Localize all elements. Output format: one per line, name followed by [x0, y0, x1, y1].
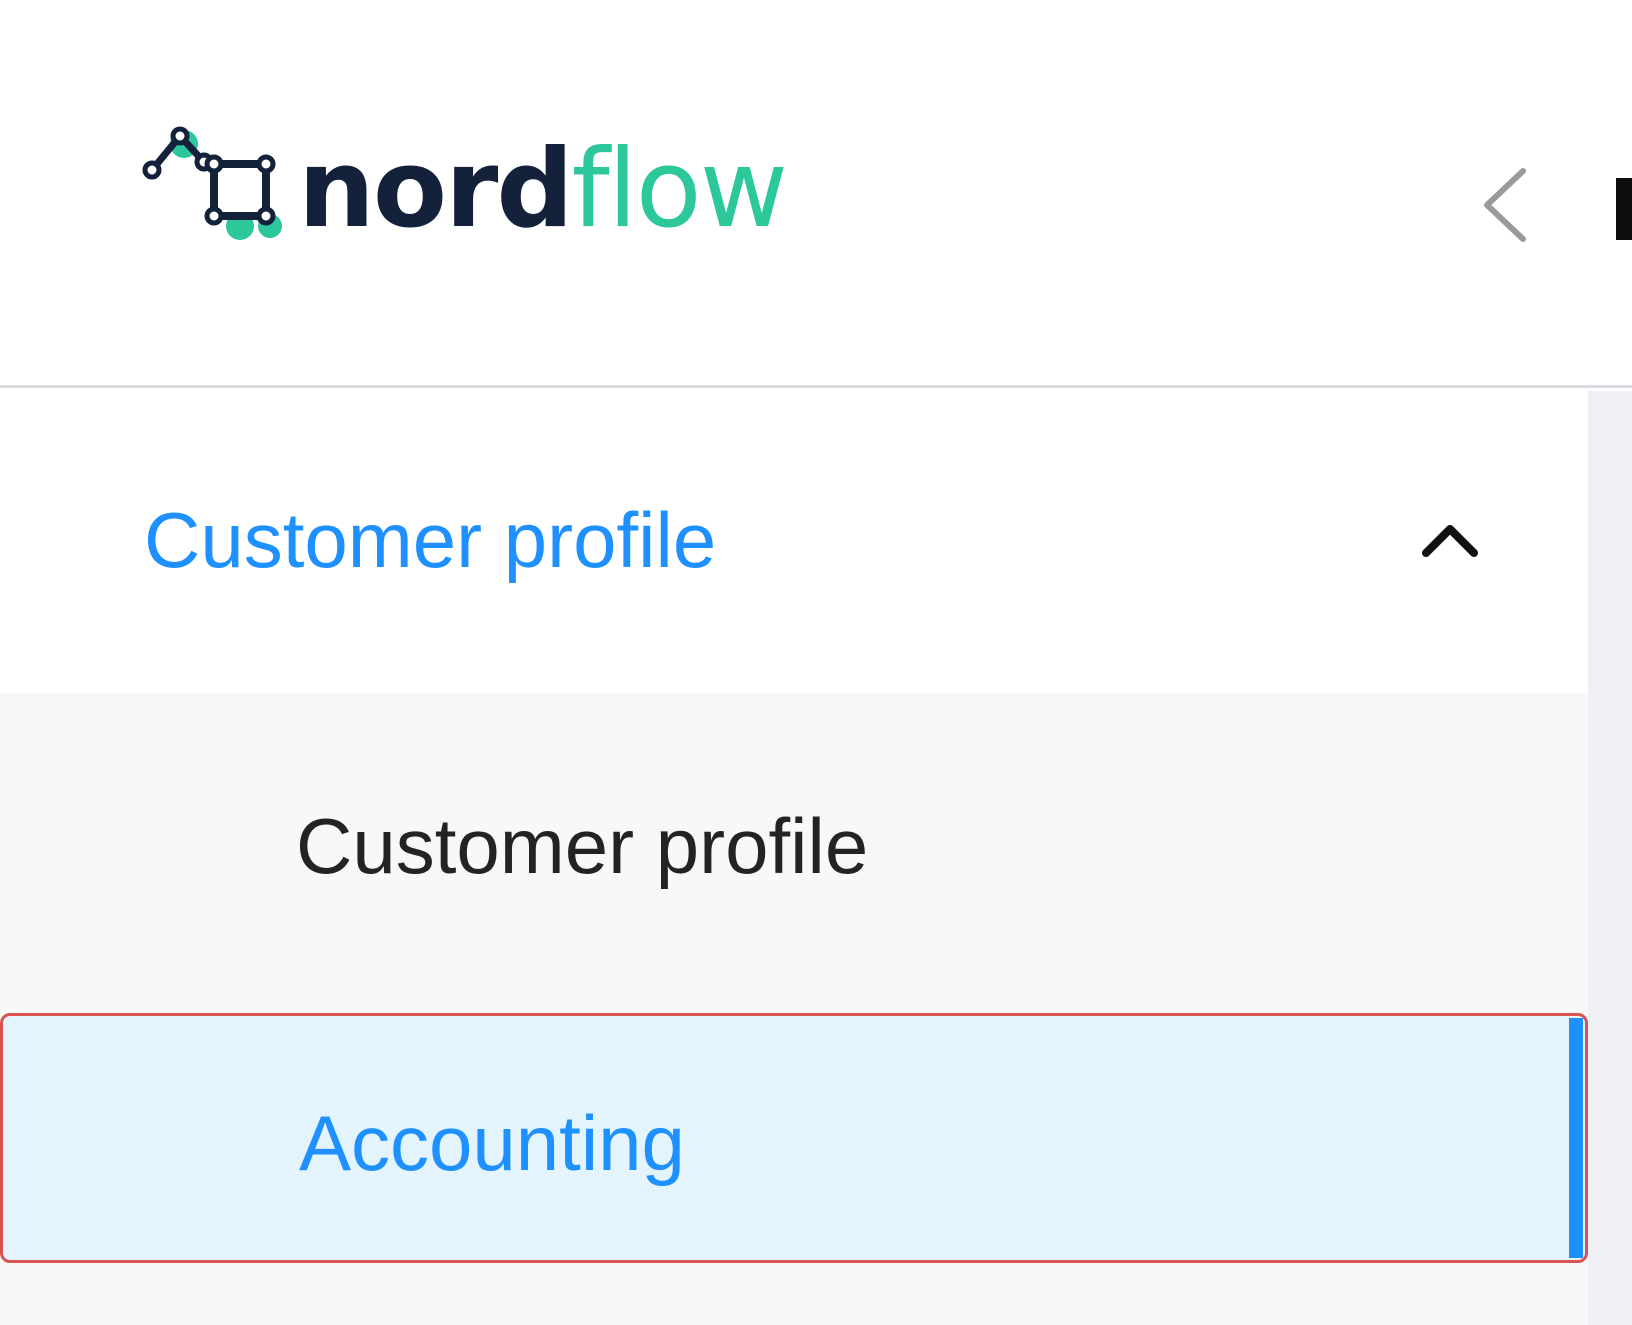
sidebar-group-label: Customer profile — [144, 496, 717, 584]
sidebar-item-label: Accounting — [299, 1099, 685, 1187]
sidebar-item-customer-profile[interactable]: Customer profile — [0, 693, 1588, 1011]
wordmark-nord: nord — [298, 127, 574, 252]
wordmark-flow: flow — [571, 127, 788, 252]
active-indicator — [1569, 1018, 1583, 1258]
chevron-up-icon — [1422, 525, 1478, 557]
sidebar-item-accounting[interactable]: Accounting — [0, 1013, 1588, 1263]
app-header: nordflow — [0, 0, 1632, 388]
nordflow-wordmark: nordflow — [298, 136, 788, 244]
sidebar: Customer profile Customer profile Accoun… — [0, 391, 1588, 1325]
sidebar-group-customer-profile[interactable]: Customer profile — [0, 391, 1588, 693]
nordflow-logo[interactable]: nordflow — [142, 122, 788, 252]
collapse-sidebar-button[interactable] — [1470, 160, 1540, 250]
page-title-fragment — [1616, 178, 1632, 240]
nordflow-logo-mark-icon — [142, 126, 282, 240]
sidebar-submenu: Customer profile Accounting — [0, 693, 1588, 1325]
sidebar-item-label: Customer profile — [296, 802, 869, 890]
main-content-edge — [1588, 391, 1632, 1325]
chevron-left-icon — [1484, 168, 1526, 242]
